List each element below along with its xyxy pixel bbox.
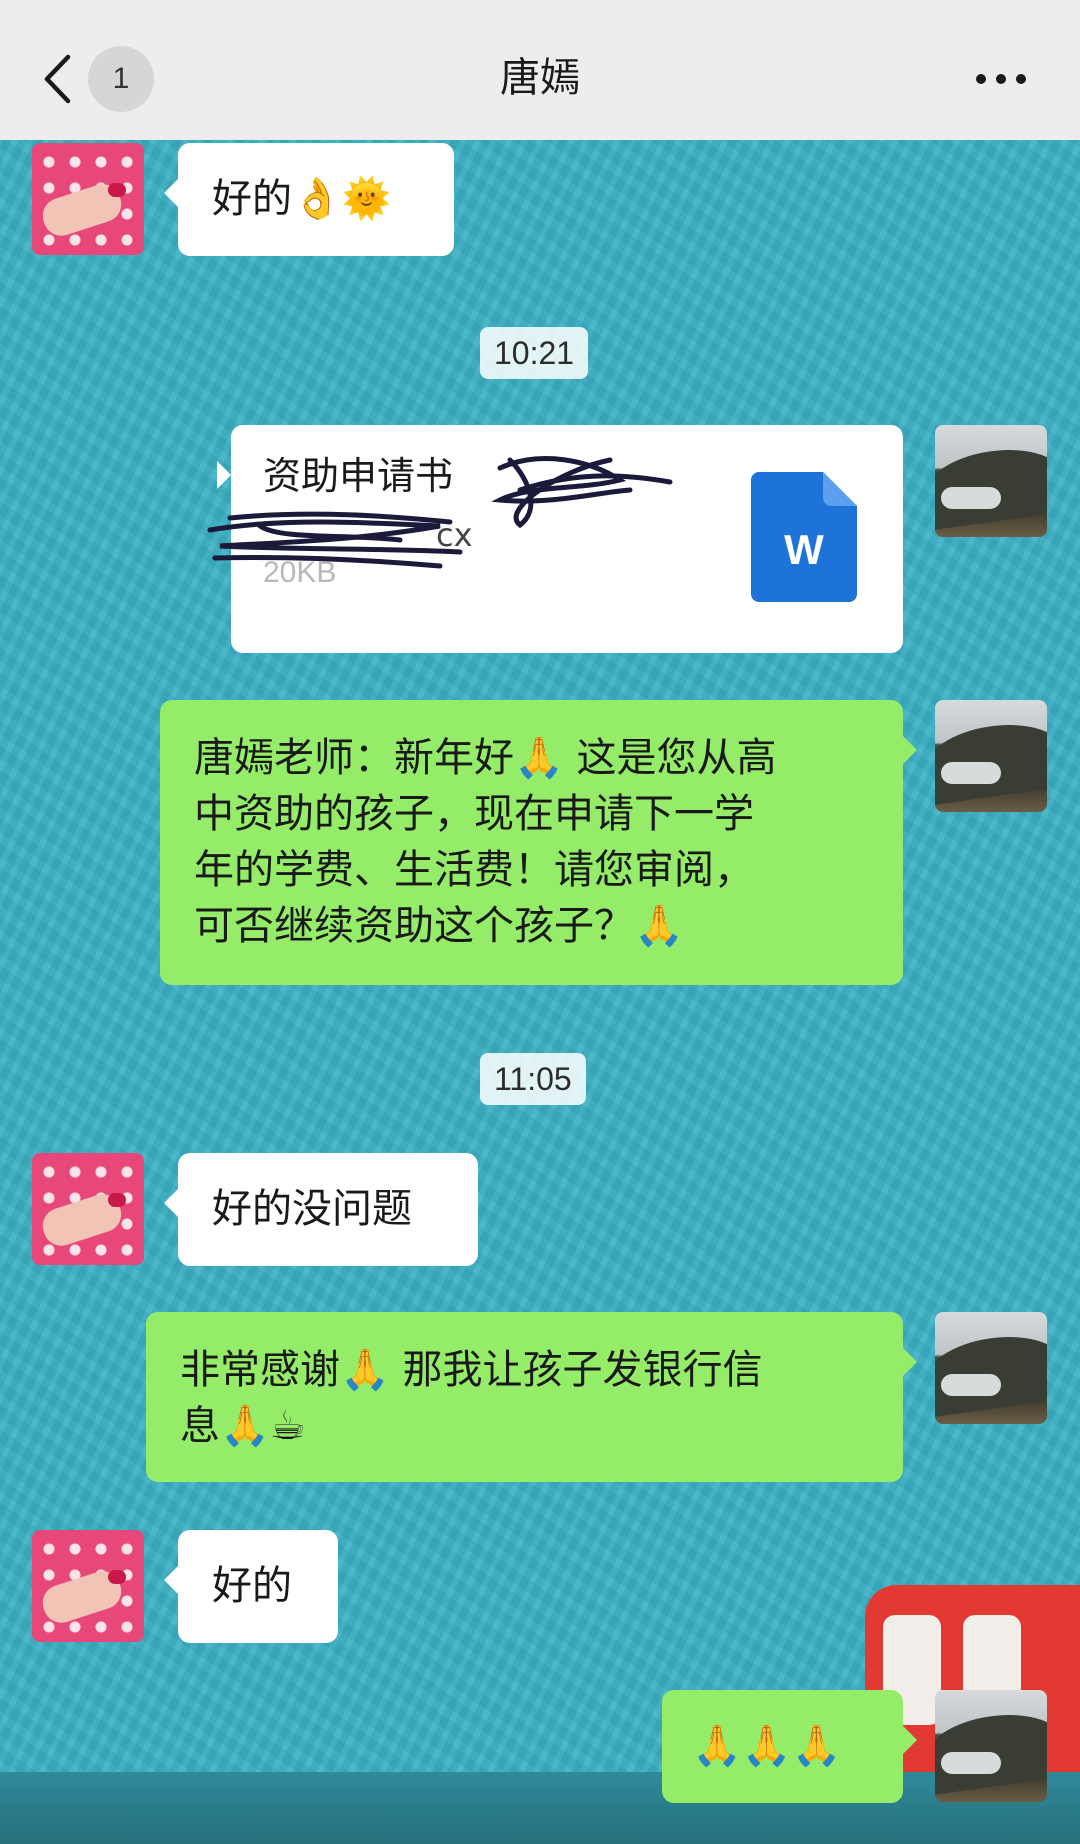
message-bubble-outgoing[interactable]: 🙏🙏🙏 <box>662 1690 917 1803</box>
word-doc-icon: W <box>751 472 857 602</box>
message-text-line: 息🙏☕ <box>180 1403 306 1449</box>
message-bubble-outgoing[interactable]: 非常感谢🙏 那我让孩子发银行信 息🙏☕ <box>146 1312 917 1482</box>
my-avatar[interactable] <box>935 700 1047 812</box>
wallpaper-ground <box>0 1772 1080 1844</box>
my-avatar[interactable] <box>935 425 1047 537</box>
timestamp: 10:21 <box>480 327 589 379</box>
message-text: 好的👌🌞 <box>212 176 392 222</box>
message-text: 🙏🙏🙏 <box>692 1723 842 1769</box>
message-text: 好的 <box>212 1563 292 1609</box>
message-text: 好的没问题 <box>212 1186 412 1232</box>
file-message-card[interactable]: 资助申请书 cx 20KB W <box>217 425 903 653</box>
contact-avatar[interactable] <box>32 1153 144 1265</box>
file-name: 资助申请书 <box>263 454 454 498</box>
contact-avatar[interactable] <box>32 143 144 255</box>
message-text-line: 可否继续资助这个孩子？🙏 <box>194 903 684 949</box>
more-button[interactable] <box>976 62 1036 96</box>
message-bubble-incoming[interactable]: 好的 <box>164 1530 338 1643</box>
message-bubble-outgoing[interactable]: 唐嫣老师：新年好🙏 这是您从高 中资助的孩子，现在申请下一学 年的学费、生活费！… <box>160 700 917 985</box>
chat-title: 唐嫣 <box>500 55 580 101</box>
my-avatar[interactable] <box>935 1312 1047 1424</box>
message-text-line: 唐嫣老师：新年好🙏 这是您从高 <box>194 735 777 781</box>
message-text-line: 中资助的孩子，现在申请下一学 <box>194 791 754 837</box>
message-bubble-incoming[interactable]: 好的没问题 <box>164 1153 478 1266</box>
svg-text:W: W <box>784 526 824 573</box>
my-avatar[interactable] <box>935 1690 1047 1802</box>
message-bubble-incoming[interactable]: 好的👌🌞 <box>164 143 454 256</box>
contact-avatar[interactable] <box>32 1530 144 1642</box>
file-name-extension: cx <box>436 516 473 554</box>
message-text-line: 非常感谢🙏 那我让孩子发银行信 <box>180 1347 763 1393</box>
file-size: 20KB <box>263 556 337 589</box>
timestamp: 11:05 <box>480 1053 586 1105</box>
message-text-line: 年的学费、生活费！请您审阅， <box>194 847 754 893</box>
more-dots-icon <box>976 74 986 84</box>
title-bar: 1 唐嫣 <box>0 0 1080 140</box>
